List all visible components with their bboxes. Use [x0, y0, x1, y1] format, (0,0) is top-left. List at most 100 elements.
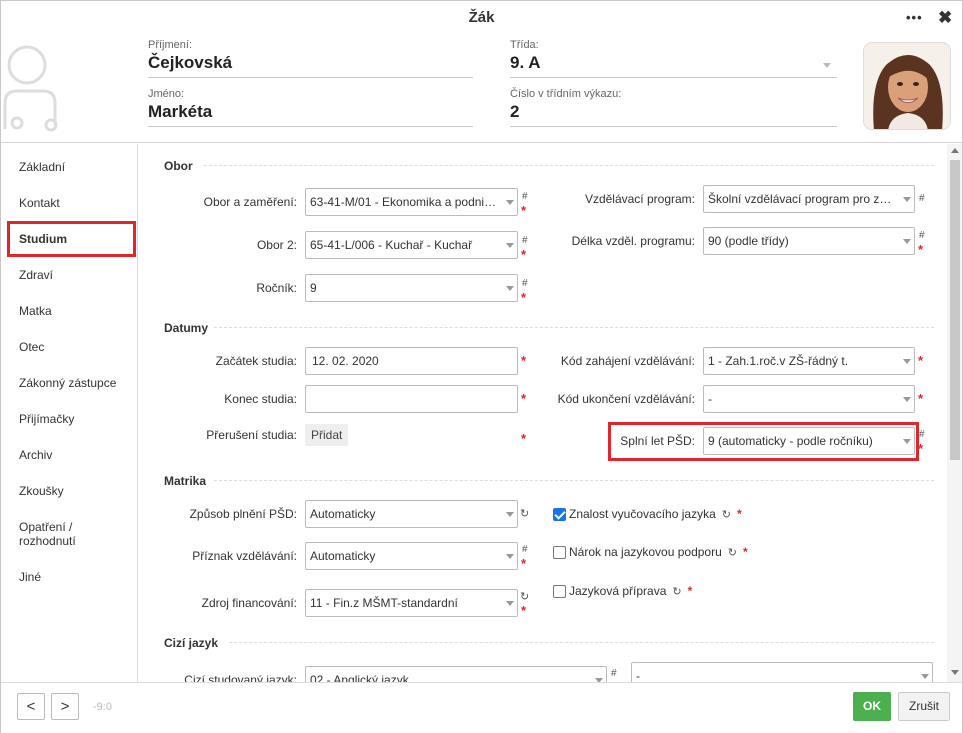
zpusob-value: Automaticky — [310, 507, 376, 521]
vertical-scrollbar[interactable] — [947, 144, 962, 682]
student-photo-image — [864, 43, 950, 129]
sidebar-nav: Základní Kontakt Studium Zdraví Matka Ot… — [1, 144, 138, 682]
znalost-checkbox[interactable] — [553, 507, 566, 521]
chevron-down-icon — [903, 397, 911, 402]
scrollbar-thumb[interactable] — [950, 160, 960, 460]
sidebar-item-kontakt[interactable]: Kontakt — [19, 196, 60, 210]
hash-icon[interactable]: # — [611, 668, 617, 679]
more-icon[interactable]: ••• — [906, 1, 923, 35]
cizi-jazyk2-select[interactable]: - — [631, 662, 933, 682]
ok-button[interactable]: OK — [853, 692, 891, 721]
obor2-select[interactable]: 65-41-L/006 - Kuchař - Kuchař — [305, 231, 518, 259]
kod-ukonceni-label: Kód ukončení vzdělávání: — [557, 392, 695, 406]
section-cizi-jazyk-title: Cizí jazyk — [164, 636, 219, 650]
sidebar-item-zkousky[interactable]: Zkoušky — [19, 484, 64, 498]
hash-icon[interactable]: # — [522, 191, 528, 202]
priprava-checkbox-row[interactable]: Jazyková příprava ↻ * — [553, 584, 692, 598]
chevron-down-icon — [506, 200, 514, 205]
close-icon[interactable]: ✖ — [938, 1, 952, 35]
required-icon: * — [521, 353, 527, 368]
priprava-label: Jazyková příprava — [569, 584, 667, 598]
required-icon: * — [521, 391, 527, 406]
sidebar-item-prijimacky[interactable]: Přijímačky — [19, 412, 74, 426]
sidebar-item-zakonny-zastupce[interactable]: Zákonný zástupce — [19, 376, 116, 390]
obor-label: Obor a zaměření: — [203, 195, 297, 209]
delka-label: Délka vzděl. programu: — [571, 234, 695, 248]
scroll-down-icon[interactable] — [951, 670, 959, 675]
refresh-icon[interactable]: ↻ — [722, 508, 731, 521]
cancel-button[interactable]: Zrušit — [898, 692, 950, 721]
refresh-icon[interactable]: ↻ — [520, 507, 529, 520]
hash-icon[interactable]: # — [522, 544, 528, 555]
required-icon: * — [521, 203, 527, 218]
sidebar-item-jine[interactable]: Jiné — [19, 570, 41, 584]
add-preruseni-button[interactable]: Přidat — [305, 424, 349, 446]
znalost-label: Znalost vyučovacího jazyka — [569, 507, 716, 521]
scroll-up-icon[interactable] — [951, 148, 959, 153]
zacatek-input[interactable]: 12. 02. 2020 — [305, 347, 518, 375]
hash-icon[interactable]: # — [919, 429, 925, 440]
delka-select[interactable]: 90 (podle třídy) — [703, 227, 915, 255]
student-dialog: Žák ••• ✖ Příjmení: Čejkovská Jméno: Mar… — [0, 0, 963, 733]
dialog-title: Žák — [468, 9, 495, 26]
sidebar-item-opatreni[interactable]: Opatření / rozhodnutí — [19, 520, 99, 548]
hash-icon[interactable]: # — [919, 230, 925, 241]
student-header: Příjmení: Čejkovská Jméno: Markéta Třída… — [1, 35, 962, 143]
class-value[interactable]: 9. A — [510, 53, 837, 78]
kod-ukonceni-select[interactable]: - — [703, 385, 915, 413]
chevron-down-icon — [506, 512, 514, 517]
narok-checkbox-row[interactable]: Nárok na jazykovou podporu ↻ * — [553, 545, 748, 559]
rocnik-select[interactable]: 9 — [305, 274, 518, 302]
priznak-value: Automaticky — [310, 549, 376, 563]
program-select[interactable]: Školní vzdělávací program pro základní v… — [703, 185, 915, 213]
refresh-icon[interactable]: ↻ — [672, 585, 681, 598]
program-value: Školní vzdělávací program pro základní v… — [708, 192, 915, 206]
narok-checkbox[interactable] — [553, 545, 566, 559]
priznak-select[interactable]: Automaticky — [305, 542, 518, 570]
section-divider — [229, 642, 934, 643]
student-photo[interactable] — [863, 42, 951, 130]
class-label: Třída: — [510, 39, 539, 51]
program-label: Vzdělávací program: — [584, 192, 695, 206]
title-bar: Žák ••• ✖ — [1, 1, 962, 35]
chevron-down-icon — [921, 674, 929, 679]
hash-icon[interactable]: # — [522, 235, 528, 246]
chevron-down-icon — [506, 286, 514, 291]
next-button[interactable]: > — [51, 693, 79, 720]
cizi-jazyk-value: 02 - Anglický jazyk — [310, 673, 409, 682]
sidebar-item-archiv[interactable]: Archiv — [19, 448, 52, 462]
sidebar-item-zakladni[interactable]: Základní — [19, 160, 65, 174]
konec-input[interactable] — [305, 385, 518, 413]
section-divider — [204, 165, 934, 166]
hash-icon[interactable]: # — [522, 278, 528, 289]
surname-value: Čejkovská — [148, 53, 473, 78]
sidebar-item-zdravi[interactable]: Zdraví — [19, 268, 53, 282]
zdroj-value: 11 - Fin.z MŠMT-standardní — [310, 596, 458, 610]
kod-zahajeni-select[interactable]: 1 - Zah.1.roč.v ZŠ-řádný t. — [703, 347, 915, 375]
refresh-icon[interactable]: ↻ — [728, 546, 737, 559]
chevron-down-icon — [903, 197, 911, 202]
section-divider — [214, 327, 934, 328]
hash-icon[interactable]: # — [919, 193, 925, 204]
znalost-checkbox-row[interactable]: Znalost vyučovacího jazyka ↻ * — [553, 507, 742, 521]
chevron-down-icon — [506, 601, 514, 606]
rocnik-value: 9 — [310, 281, 317, 295]
zpusob-select[interactable]: Automaticky — [305, 500, 518, 528]
required-icon: * — [742, 545, 748, 559]
priznak-label: Příznak vzdělávání: — [192, 549, 297, 563]
sidebar-item-matka[interactable]: Matka — [19, 304, 52, 318]
refresh-icon[interactable]: ↻ — [520, 590, 529, 603]
chevron-down-icon — [506, 554, 514, 559]
previous-button[interactable]: < — [17, 693, 45, 720]
cizi-jazyk-select[interactable]: 02 - Anglický jazyk — [305, 666, 607, 682]
zdroj-select[interactable]: 11 - Fin.z MŠMT-standardní — [305, 589, 518, 617]
chevron-down-icon[interactable] — [823, 63, 831, 68]
required-icon: * — [736, 507, 742, 521]
kod-zahajeni-label: Kód zahájení vzdělávání: — [560, 354, 695, 368]
class-field[interactable]: Třída: 9. A — [510, 39, 837, 78]
priprava-checkbox[interactable] — [553, 584, 566, 598]
kod-zahajeni-value: 1 - Zah.1.roč.v ZŠ-řádný t. — [708, 354, 849, 368]
sidebar-item-otec[interactable]: Otec — [19, 340, 44, 354]
section-obor-title: Obor — [164, 159, 193, 173]
obor-select[interactable]: 63-41-M/01 - Ekonomika a podnikání — [305, 188, 518, 216]
